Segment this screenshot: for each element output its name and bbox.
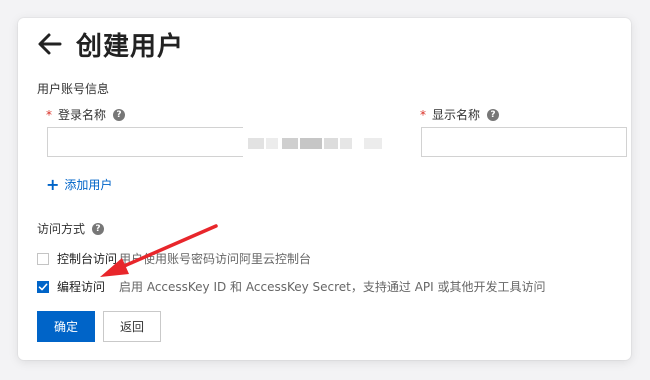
- back-button[interactable]: 返回: [103, 311, 161, 342]
- option-programmatic-access[interactable]: 编程访问 启用 AccessKey ID 和 AccessKey Secret，…: [37, 278, 546, 295]
- page-header: 创建用户: [36, 26, 184, 62]
- programmatic-access-checkbox[interactable]: [37, 280, 49, 293]
- login-name-label: * 登录名称 ?: [46, 106, 126, 123]
- page-title: 创建用户: [76, 31, 185, 62]
- add-user-link[interactable]: + 添加用户: [46, 176, 112, 193]
- redaction-blur-block: [266, 138, 278, 149]
- account-info-section-title: 用户账号信息: [37, 82, 110, 96]
- arrow-left-icon[interactable]: [36, 30, 64, 58]
- redaction-blur-block: [340, 138, 352, 149]
- add-user-label: 添加用户: [64, 178, 113, 192]
- redaction-blur-block: [248, 138, 264, 149]
- plus-icon: +: [46, 174, 60, 194]
- create-user-card: 创建用户 用户账号信息 * 登录名称 ? * 显示名称 ? + 添加用户 访问方…: [18, 18, 631, 360]
- display-name-label: * 显示名称 ?: [420, 106, 500, 123]
- redaction-blur-block: [364, 138, 382, 149]
- confirm-button[interactable]: 确定: [37, 311, 95, 342]
- console-access-checkbox[interactable]: [37, 252, 49, 265]
- access-method-title: 访问方式 ?: [37, 220, 105, 237]
- programmatic-access-label: 编程访问: [57, 280, 106, 294]
- checkmark-icon: [38, 283, 48, 290]
- question-circle-icon[interactable]: ?: [92, 222, 105, 235]
- redaction-blur-block: [282, 138, 298, 149]
- redaction-blur-block: [324, 138, 338, 149]
- login-name-label-text: 登录名称: [58, 108, 107, 122]
- required-mark: *: [420, 107, 426, 122]
- programmatic-access-description: 启用 AccessKey ID 和 AccessKey Secret，支持通过 …: [119, 280, 546, 294]
- display-name-label-text: 显示名称: [432, 108, 481, 122]
- redaction-blur-block: [300, 138, 322, 149]
- console-access-label: 控制台访问: [57, 252, 118, 266]
- option-console-access[interactable]: 控制台访问 用户使用账号密码访问阿里云控制台: [37, 250, 311, 267]
- console-access-description: 用户使用账号密码访问阿里云控制台: [119, 252, 312, 266]
- display-name-input[interactable]: [421, 127, 627, 157]
- question-circle-icon[interactable]: ?: [487, 108, 500, 121]
- question-circle-icon[interactable]: ?: [113, 108, 126, 121]
- access-method-title-text: 访问方式: [37, 222, 86, 236]
- required-mark: *: [46, 107, 52, 122]
